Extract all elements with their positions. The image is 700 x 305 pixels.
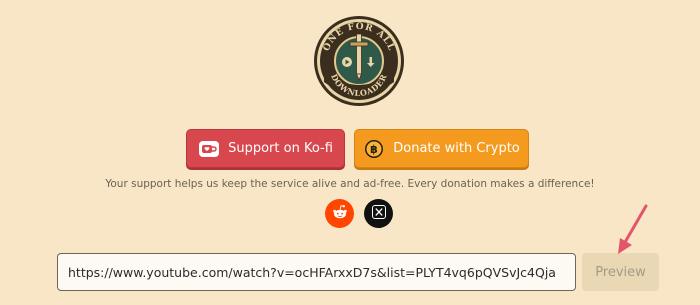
url-input[interactable] xyxy=(57,253,576,291)
svg-text:฿: ฿ xyxy=(370,143,378,156)
preview-button[interactable]: Preview xyxy=(582,253,659,291)
social-links xyxy=(325,199,393,228)
crypto-button-label: Donate with Crypto xyxy=(393,141,520,156)
annotation-arrow-icon xyxy=(608,200,658,256)
reddit-icon xyxy=(331,203,349,225)
coffee-cup-icon xyxy=(198,138,220,160)
x-icon xyxy=(371,204,386,223)
kofi-button-label: Support on Ko-fi xyxy=(228,141,333,156)
kofi-button[interactable]: Support on Ko-fi xyxy=(186,129,345,168)
crypto-button[interactable]: ฿ Donate with Crypto xyxy=(354,129,529,168)
support-message: Your support helps us keep the service a… xyxy=(105,178,595,190)
reddit-link[interactable] xyxy=(325,199,354,228)
donation-buttons: Support on Ko-fi ฿ Donate with Crypto xyxy=(186,129,529,168)
x-link[interactable] xyxy=(364,199,393,228)
bitcoin-icon: ฿ xyxy=(363,138,385,160)
app-logo: ONE FOR ALL DOWNLOADER xyxy=(310,12,408,110)
